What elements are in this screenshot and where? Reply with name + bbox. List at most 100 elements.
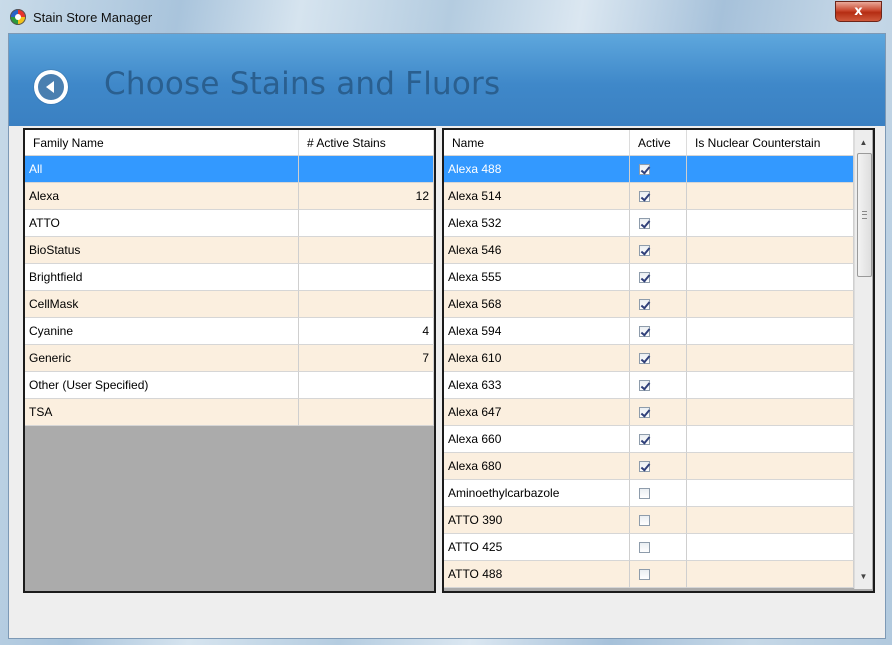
scroll-down-icon[interactable]: ▼ bbox=[855, 568, 872, 585]
active-checkbox[interactable] bbox=[639, 488, 650, 499]
nuclear-counterstain-cell[interactable] bbox=[687, 507, 854, 534]
nuclear-counterstain-cell[interactable] bbox=[687, 453, 854, 480]
stain-row[interactable]: ATTO 390 bbox=[444, 507, 854, 534]
family-row[interactable]: Other (User Specified) bbox=[25, 372, 434, 399]
family-row[interactable]: CellMask bbox=[25, 291, 434, 318]
active-checkbox[interactable] bbox=[639, 164, 650, 175]
active-checkbox[interactable] bbox=[639, 380, 650, 391]
stain-name-cell: Alexa 660 bbox=[444, 426, 630, 453]
nuclear-counterstain-cell[interactable] bbox=[687, 291, 854, 318]
active-checkbox[interactable] bbox=[639, 542, 650, 553]
family-row[interactable]: ATTO bbox=[25, 210, 434, 237]
title-bar[interactable]: Stain Store Manager x bbox=[0, 0, 892, 34]
active-checkbox[interactable] bbox=[639, 353, 650, 364]
nuclear-counterstain-cell[interactable] bbox=[687, 345, 854, 372]
nuclear-counterstain-cell[interactable] bbox=[687, 210, 854, 237]
scroll-thumb[interactable] bbox=[857, 153, 872, 277]
family-row[interactable]: All bbox=[25, 156, 434, 183]
active-checkbox[interactable] bbox=[639, 191, 650, 202]
stain-row[interactable]: Alexa 488 bbox=[444, 156, 854, 183]
back-button[interactable] bbox=[34, 70, 68, 104]
nuclear-counterstain-cell[interactable] bbox=[687, 156, 854, 183]
active-checkbox[interactable] bbox=[639, 569, 650, 580]
stain-row[interactable]: Alexa 647 bbox=[444, 399, 854, 426]
stain-grid[interactable]: Name Active Is Nuclear Counterstain Alex… bbox=[442, 128, 875, 593]
active-checkbox[interactable] bbox=[639, 299, 650, 310]
nuclear-counterstain-cell[interactable] bbox=[687, 237, 854, 264]
family-row[interactable]: Brightfield bbox=[25, 264, 434, 291]
scroll-up-icon[interactable]: ▲ bbox=[855, 134, 872, 151]
active-stains-cell bbox=[299, 237, 434, 264]
stain-row[interactable]: Alexa 514 bbox=[444, 183, 854, 210]
family-name-cell: Cyanine bbox=[25, 318, 299, 345]
family-name-cell: TSA bbox=[25, 399, 299, 426]
family-row[interactable]: Alexa 12 bbox=[25, 183, 434, 210]
column-header-nuclear-counterstain[interactable]: Is Nuclear Counterstain bbox=[687, 130, 854, 155]
column-header-active[interactable]: Active bbox=[630, 130, 687, 155]
stain-row[interactable]: Alexa 680 bbox=[444, 453, 854, 480]
column-header-active-stains[interactable]: # Active Stains bbox=[299, 130, 434, 155]
active-checkbox[interactable] bbox=[639, 218, 650, 229]
stain-name-cell: Alexa 546 bbox=[444, 237, 630, 264]
family-row[interactable]: TSA bbox=[25, 399, 434, 426]
stain-row[interactable]: Alexa 532 bbox=[444, 210, 854, 237]
window-frame: Stain Store Manager x Choose Stains and … bbox=[0, 0, 892, 645]
active-checkbox[interactable] bbox=[639, 245, 650, 256]
stain-row[interactable]: Aminoethylcarbazole bbox=[444, 480, 854, 507]
stain-row[interactable]: ATTO 425 bbox=[444, 534, 854, 561]
stain-name-cell: Alexa 532 bbox=[444, 210, 630, 237]
active-checkbox[interactable] bbox=[639, 407, 650, 418]
family-name-cell: Brightfield bbox=[25, 264, 299, 291]
nuclear-counterstain-cell[interactable] bbox=[687, 183, 854, 210]
active-checkbox[interactable] bbox=[639, 434, 650, 445]
family-name-cell: Alexa bbox=[25, 183, 299, 210]
active-stains-cell: 7 bbox=[299, 345, 434, 372]
active-cell bbox=[630, 183, 687, 210]
close-button[interactable]: x bbox=[835, 1, 882, 22]
active-cell bbox=[630, 426, 687, 453]
nuclear-counterstain-cell[interactable] bbox=[687, 561, 854, 588]
active-cell bbox=[630, 480, 687, 507]
active-checkbox[interactable] bbox=[639, 326, 650, 337]
nuclear-counterstain-cell[interactable] bbox=[687, 534, 854, 561]
active-cell bbox=[630, 210, 687, 237]
nuclear-counterstain-cell[interactable] bbox=[687, 318, 854, 345]
family-name-cell: BioStatus bbox=[25, 237, 299, 264]
active-checkbox[interactable] bbox=[639, 272, 650, 283]
active-checkbox[interactable] bbox=[639, 461, 650, 472]
family-row[interactable]: Cyanine 4 bbox=[25, 318, 434, 345]
stain-row[interactable]: Alexa 568 bbox=[444, 291, 854, 318]
nuclear-counterstain-cell[interactable] bbox=[687, 480, 854, 507]
nuclear-counterstain-cell[interactable] bbox=[687, 264, 854, 291]
nuclear-counterstain-cell[interactable] bbox=[687, 372, 854, 399]
active-stains-cell bbox=[299, 372, 434, 399]
family-name-cell: Generic bbox=[25, 345, 299, 372]
active-cell bbox=[630, 507, 687, 534]
nuclear-counterstain-cell[interactable] bbox=[687, 399, 854, 426]
grip-icon bbox=[862, 211, 867, 219]
stain-row[interactable]: Alexa 610 bbox=[444, 345, 854, 372]
stain-row[interactable]: Alexa 594 bbox=[444, 318, 854, 345]
stain-name-cell: Aminoethylcarbazole bbox=[444, 480, 630, 507]
active-cell bbox=[630, 318, 687, 345]
active-cell bbox=[630, 399, 687, 426]
stain-row[interactable]: Alexa 633 bbox=[444, 372, 854, 399]
active-cell bbox=[630, 372, 687, 399]
family-row[interactable]: BioStatus bbox=[25, 237, 434, 264]
family-grid[interactable]: Family Name # Active Stains All Alexa 12 AT… bbox=[23, 128, 436, 593]
column-header-name[interactable]: Name bbox=[444, 130, 630, 155]
active-cell bbox=[630, 453, 687, 480]
nuclear-counterstain-cell[interactable] bbox=[687, 426, 854, 453]
active-cell bbox=[630, 291, 687, 318]
page-title: Choose Stains and Fluors bbox=[104, 66, 501, 102]
active-checkbox[interactable] bbox=[639, 515, 650, 526]
column-header-family-name[interactable]: Family Name bbox=[25, 130, 299, 155]
stain-row[interactable]: Alexa 555 bbox=[444, 264, 854, 291]
family-row[interactable]: Generic 7 bbox=[25, 345, 434, 372]
active-cell bbox=[630, 237, 687, 264]
stain-row[interactable]: Alexa 546 bbox=[444, 237, 854, 264]
active-stains-cell bbox=[299, 210, 434, 237]
stain-row[interactable]: Alexa 660 bbox=[444, 426, 854, 453]
stain-grid-scrollbar[interactable]: ▲ ▼ bbox=[854, 130, 872, 589]
stain-row[interactable]: ATTO 488 bbox=[444, 561, 854, 588]
